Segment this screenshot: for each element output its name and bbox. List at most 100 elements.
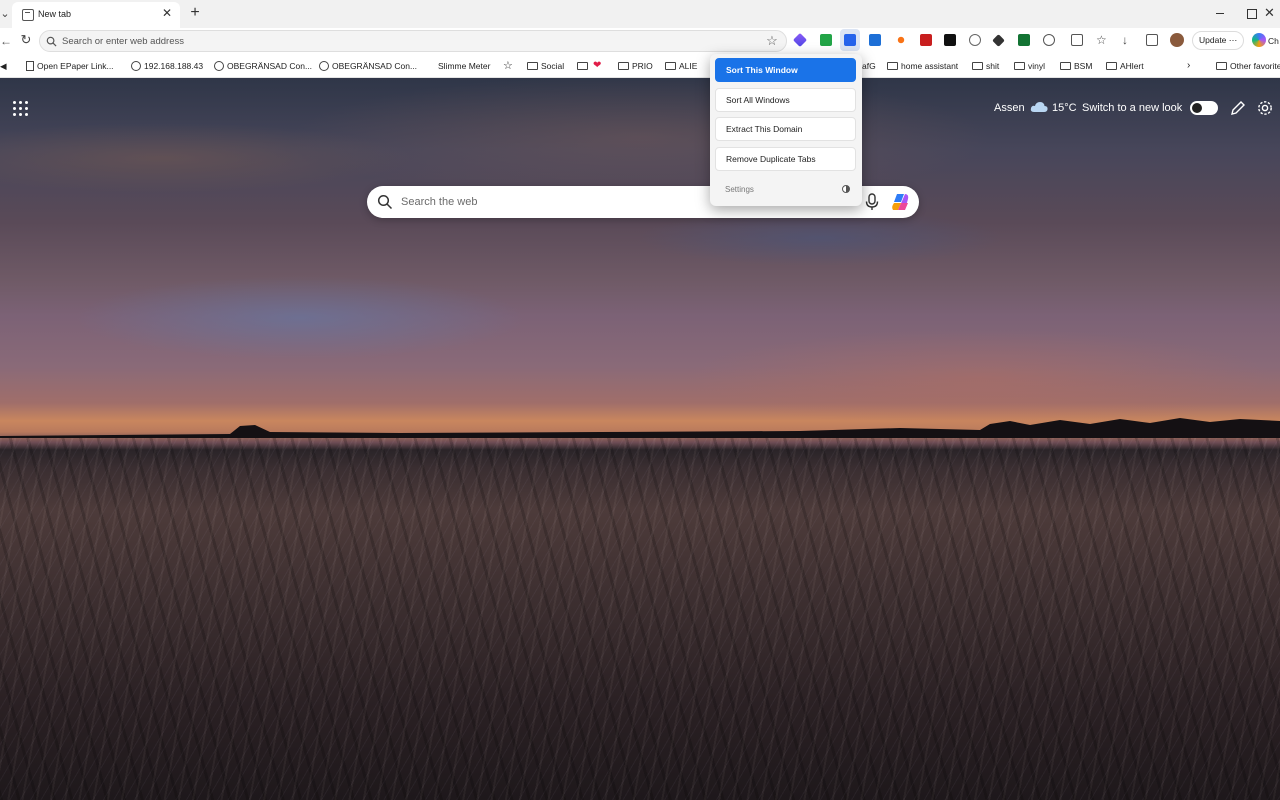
bookmark-folder[interactable] [577,59,591,73]
favorites-icon[interactable]: ☆ [1096,34,1108,46]
bookmark-folder[interactable]: Social [527,59,564,73]
folder-icon [527,61,538,70]
folder-icon [577,61,588,70]
sort-all-windows-button[interactable]: Sort All Windows [715,88,856,112]
wheat-field-background [0,438,1280,800]
folder-icon [665,61,676,70]
search-icon [46,36,57,47]
favorites-bar: ◀ Open EPaper Link... 192.168.188.43 OBE… [0,54,1280,78]
tab-list-chevron-icon[interactable]: ⌄ [0,6,10,22]
sort-this-window-button[interactable]: Sort This Window [715,58,856,82]
bookmark-label: home assistant [901,61,959,71]
new-tab-button[interactable]: + [186,4,204,22]
app-launcher-icon[interactable] [12,100,28,116]
document-icon [26,60,34,71]
extract-this-domain-button[interactable]: Extract This Domain [715,117,856,141]
extension-cube-icon[interactable] [992,34,1005,47]
back-icon[interactable]: ← [0,33,12,49]
gear-icon[interactable] [1256,99,1274,117]
bookmark-folder[interactable]: home assistant [887,59,958,73]
bookmark-label: Social [541,61,565,71]
chevron-right-icon[interactable]: › [1187,59,1190,73]
browser-toolbar: ← ↻ Search or enter web address ☆ ☆ ↓ Up… [0,28,1280,54]
settings-link[interactable]: Settings [725,185,754,194]
bookmark-label: Other favorite [1230,61,1280,71]
new-tab-favicon-icon [22,9,34,21]
address-bar[interactable]: Search or enter web address ☆ [39,30,787,52]
downloads-icon[interactable]: ↓ [1122,34,1134,46]
cloud-icon [1030,102,1048,112]
bookmark-item[interactable]: Open EPaper Link... [26,59,114,73]
extension-red-icon[interactable] [920,34,932,46]
globe-icon [131,60,141,71]
sky-background [0,78,1280,428]
bookmark-label: shit [986,61,1000,71]
extension-sheet-icon[interactable] [820,34,832,46]
globe-icon [319,60,329,71]
extension-gem-icon[interactable] [792,32,808,48]
bookmark-folder[interactable]: vinyl [1014,59,1045,73]
folder-icon [1216,61,1227,70]
folder-icon [1014,61,1025,70]
weather-location[interactable]: Assen [994,102,1025,114]
favorites-star-icon[interactable]: ☆ [503,59,513,73]
bookmark-item[interactable]: Slimme Meter [438,59,490,73]
copilot-label: Ch [1268,36,1279,46]
extension-p-icon[interactable] [869,34,881,46]
screenshot-icon[interactable] [1146,34,1158,46]
folder-icon [1060,61,1071,70]
bookmark-folder[interactable]: shit [972,59,999,73]
theme-toggle-icon[interactable] [842,185,850,193]
web-search-input[interactable] [401,192,701,212]
new-look-toggle[interactable] [1190,101,1218,115]
microphone-icon[interactable] [864,193,880,211]
bookmark-label: PRIO [632,61,653,71]
bookmark-item[interactable]: 192.168.188.43 [131,59,203,73]
bookmark-label: OBEGRÄNSAD Con... [227,61,313,71]
bookmark-item[interactable]: afG [862,59,876,73]
extension-green-icon[interactable] [1018,34,1030,46]
bookmark-folder[interactable]: AHlert [1106,59,1144,73]
minimize-button[interactable] [1212,6,1228,20]
extension-black-icon[interactable] [944,34,956,46]
folder-icon [972,61,983,70]
refresh-icon[interactable]: ↻ [18,32,34,48]
close-window-button[interactable]: ✕ [1264,5,1280,21]
tab-close-icon[interactable]: ✕ [160,6,174,20]
tab-title: New tab [38,9,72,19]
favorites-overflow-icon[interactable]: ◀ [0,59,7,73]
treeline-silhouette [0,418,1280,438]
bookmark-label: OBEGRÄNSAD Con... [332,61,418,71]
bookmark-folder[interactable]: ALIE [665,59,697,73]
bookmark-item[interactable]: OBEGRÄNSAD Con... [214,59,312,73]
globe-icon [214,60,224,71]
bookmark-label: 192.168.188.43 [144,61,204,71]
maximize-button[interactable] [1244,6,1258,20]
remove-duplicate-tabs-button[interactable]: Remove Duplicate Tabs [715,147,856,171]
bookmark-item[interactable]: OBEGRÄNSAD Con... [319,59,417,73]
copilot-icon[interactable] [891,192,911,212]
new-tab-page: Assen 15°C Switch to a new look [0,78,1280,800]
copilot-icon[interactable] [1252,33,1266,47]
split-screen-icon[interactable] [1071,34,1083,46]
tab-sorter-extension-button[interactable] [840,29,860,51]
weather-temperature[interactable]: 15°C [1052,102,1077,114]
tab-new-tab[interactable]: New tab ✕ [12,2,180,28]
heart-icon[interactable]: ❤ [593,59,601,73]
profile-avatar[interactable] [1170,33,1184,47]
favorite-star-icon[interactable]: ☆ [764,33,780,49]
edit-pen-icon[interactable] [1229,99,1247,117]
address-placeholder: Search or enter web address [62,36,184,47]
folder-icon [1106,61,1117,70]
extension-sun-icon[interactable] [895,34,907,46]
tab-strip: ⌄ New tab ✕ + ✕ [0,0,1280,28]
bookmark-label: Slimme Meter [438,61,491,71]
tab-sorter-popup: Sort This Window Sort All Windows Extrac… [710,54,862,206]
bookmark-label: vinyl [1028,61,1046,71]
zoom-icon[interactable] [969,34,981,46]
bookmark-folder[interactable]: PRIO [618,59,653,73]
other-favorites-folder[interactable]: Other favorite [1216,59,1280,73]
update-button[interactable]: Update ⋯ [1192,31,1244,50]
bookmark-folder[interactable]: BSM [1060,59,1092,73]
extension-puzzle-icon[interactable] [1043,34,1055,46]
